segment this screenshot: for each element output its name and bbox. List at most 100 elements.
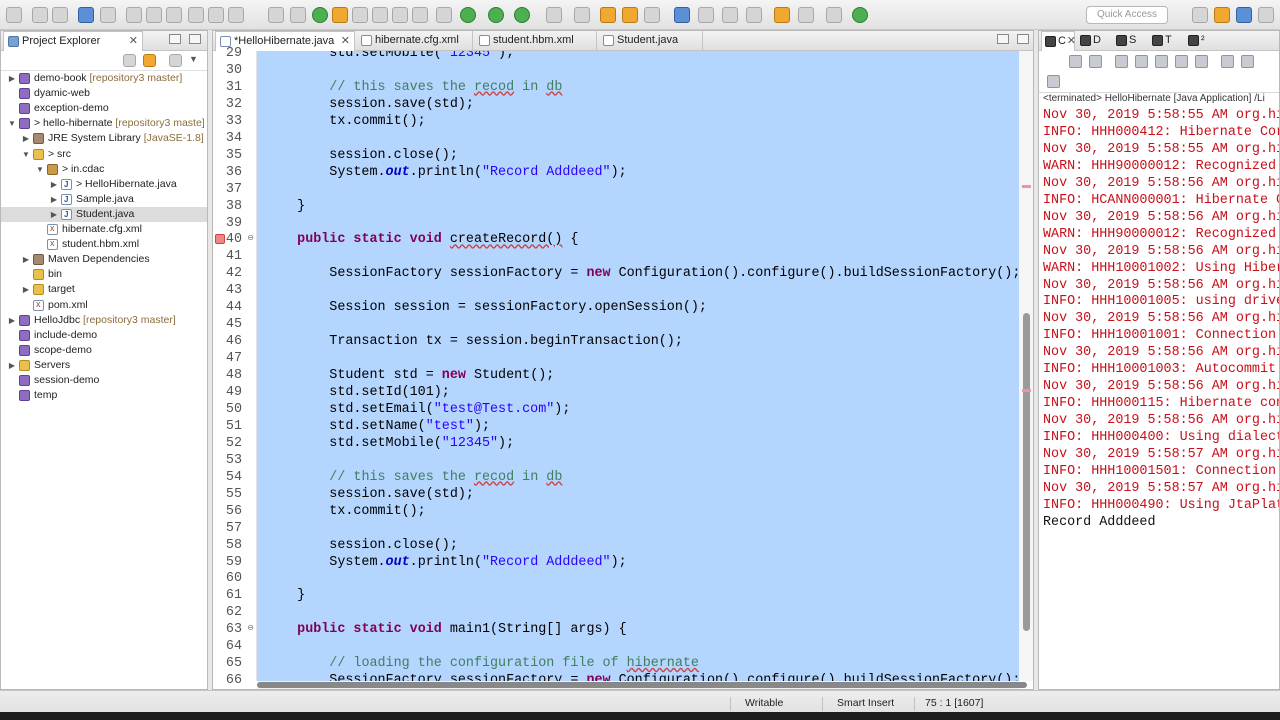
editor-tab[interactable]: student.hbm.xml	[475, 31, 597, 51]
skip-breakpoints-icon[interactable]	[100, 7, 116, 23]
expand-toggle-icon[interactable]: ▶	[21, 252, 31, 267]
close-icon[interactable]: ✕	[1067, 34, 1076, 47]
tree-item[interactable]: ▶ HelloJdbc [repository3 master]	[1, 313, 207, 328]
tree-item[interactable]: session-demo	[1, 373, 207, 388]
maximize-icon[interactable]	[852, 7, 868, 23]
tree-item[interactable]: pom.xml	[1, 298, 207, 313]
minimize-icon[interactable]	[169, 34, 181, 44]
git-icon[interactable]	[698, 7, 714, 23]
overview-ruler-mark[interactable]	[1022, 185, 1031, 188]
pin-editor-icon[interactable]	[826, 7, 842, 23]
tree-item[interactable]: ▶ Student.java	[1, 206, 207, 222]
tree-item[interactable]: ▶ > HelloHibernate.java	[1, 177, 207, 192]
save-all-icon[interactable]	[52, 7, 68, 23]
console-output[interactable]: Nov 30, 2019 5:58:55 AM org.hibernate.Ve…	[1043, 107, 1279, 689]
new-console-icon[interactable]	[1047, 75, 1060, 88]
external-tools-icon[interactable]	[514, 7, 530, 23]
warning-marker-icon[interactable]	[215, 234, 225, 245]
tree-item[interactable]: ▼ > src	[1, 147, 207, 162]
open-perspective-button[interactable]	[1192, 7, 1208, 23]
editor-tab[interactable]: hibernate.cfg.xml	[357, 31, 473, 51]
status-insert-mode[interactable]: Smart Insert	[837, 697, 894, 709]
fold-toggle-icon[interactable]: ⊖	[247, 233, 254, 242]
java-ee-perspective-icon[interactable]	[1214, 7, 1230, 23]
show-whitespace-icon[interactable]	[412, 7, 428, 23]
expand-toggle-icon[interactable]: ▶	[49, 192, 59, 207]
next-annotation-icon[interactable]	[372, 7, 388, 23]
step-over-icon[interactable]	[208, 7, 224, 23]
focus-icon[interactable]	[169, 54, 182, 67]
console-view-tab[interactable]: T	[1149, 31, 1183, 51]
console-view-tab[interactable]: D	[1077, 31, 1111, 51]
word-wrap-icon[interactable]	[1155, 55, 1168, 68]
debug-icon[interactable]	[436, 7, 452, 23]
maximize-icon[interactable]	[1017, 34, 1029, 44]
step-into-icon[interactable]	[188, 7, 204, 23]
new-java-project-icon[interactable]	[546, 7, 562, 23]
close-icon[interactable]: ✕	[129, 34, 138, 47]
display-console-icon[interactable]	[1241, 55, 1254, 68]
clear-console-icon[interactable]	[1115, 55, 1128, 68]
save-icon[interactable]	[32, 7, 48, 23]
tree-item[interactable]: ▶ Servers	[1, 358, 207, 373]
tree-item[interactable]: ▶ target	[1, 282, 207, 297]
open-task-icon[interactable]	[622, 7, 638, 23]
quick-access-input[interactable]: Quick Access	[1086, 6, 1168, 24]
back-icon[interactable]	[774, 7, 790, 23]
prev-edit-icon[interactable]	[746, 7, 762, 23]
console-view-tab[interactable]: C ✕	[1041, 31, 1076, 51]
run-coverage-icon[interactable]	[488, 7, 504, 23]
suspend-icon[interactable]	[146, 7, 162, 23]
expand-toggle-icon[interactable]: ▶	[49, 177, 59, 192]
hierarchy-icon[interactable]	[290, 7, 306, 23]
tree-item[interactable]: student.hbm.xml	[1, 237, 207, 252]
close-icon[interactable]: ✕	[341, 34, 350, 47]
show-stderr-icon[interactable]	[1195, 55, 1208, 68]
expand-toggle-icon[interactable]: ▶	[7, 71, 17, 86]
next-edit-icon[interactable]	[722, 7, 738, 23]
status-cursor-position[interactable]: 75 : 1 [1607]	[925, 697, 983, 709]
expand-toggle-icon[interactable]: ▶	[49, 207, 59, 222]
remove-launch-icon[interactable]	[1089, 55, 1102, 68]
tree-item[interactable]: dyamic-web	[1, 86, 207, 101]
debug-perspective-icon[interactable]	[1258, 7, 1274, 23]
link-with-editor-icon[interactable]	[143, 54, 156, 67]
tree-item[interactable]: temp	[1, 388, 207, 403]
expand-toggle-icon[interactable]: ▶	[7, 313, 17, 328]
web-browser-icon[interactable]	[674, 7, 690, 23]
tree-item[interactable]: ▶ Sample.java	[1, 192, 207, 207]
tree-item[interactable]: ▶ JRE System Library [JavaSE-1.8]	[1, 131, 207, 146]
view-menu-icon[interactable]: ▼	[189, 54, 198, 64]
tree-item[interactable]: bin	[1, 267, 207, 282]
console-view-tab[interactable]: S	[1113, 31, 1147, 51]
expand-toggle-icon[interactable]: ▶	[7, 358, 17, 373]
step-return-icon[interactable]	[228, 7, 244, 23]
terminate-icon[interactable]	[166, 7, 182, 23]
code-area[interactable]: std.setMobile("12345"); // this saves th…	[257, 51, 1019, 681]
terminate-icon[interactable]	[1069, 55, 1082, 68]
show-stdout-icon[interactable]	[1175, 55, 1188, 68]
horizontal-scroll-thumb[interactable]	[257, 682, 1027, 688]
open-type-icon[interactable]	[600, 7, 616, 23]
highlight-icon[interactable]	[332, 7, 348, 23]
tree-item[interactable]: ▶ demo-book [repository3 master]	[1, 71, 207, 86]
collapse-all-icon[interactable]	[123, 54, 136, 67]
expand-toggle-icon[interactable]: ▼	[21, 147, 31, 162]
new-package-icon[interactable]	[574, 7, 590, 23]
scroll-lock-icon[interactable]	[1135, 55, 1148, 68]
expand-toggle-icon[interactable]: ▶	[21, 282, 31, 297]
toggle-mark-icon[interactable]	[352, 7, 368, 23]
expand-toggle-icon[interactable]: ▼	[35, 162, 45, 177]
vertical-scrollbar[interactable]	[1019, 51, 1033, 681]
pin-console-icon[interactable]	[1221, 55, 1234, 68]
tree-item[interactable]: scope-demo	[1, 343, 207, 358]
overview-ruler-mark[interactable]	[1022, 389, 1031, 392]
tree-item[interactable]: ▼ > hello-hibernate [repository3 maste]	[1, 116, 207, 131]
horizontal-scrollbar[interactable]	[257, 681, 1027, 689]
resume-icon[interactable]	[126, 7, 142, 23]
tree-item[interactable]: ▶ Maven Dependencies	[1, 252, 207, 267]
forward-icon[interactable]	[798, 7, 814, 23]
new-icon[interactable]	[6, 7, 22, 23]
java-perspective-icon[interactable]	[1236, 7, 1252, 23]
maximize-icon[interactable]	[189, 34, 201, 44]
